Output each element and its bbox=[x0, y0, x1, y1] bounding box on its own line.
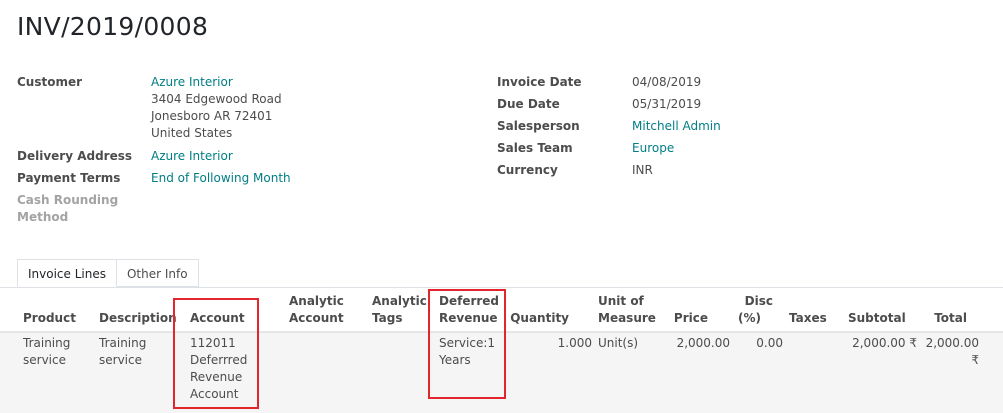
cell-total: 2,000.00 ₹ bbox=[925, 336, 979, 367]
sales-team-label: Sales Team bbox=[497, 141, 573, 155]
cell-price: 2,000.00 bbox=[676, 336, 730, 350]
payment-terms-label: Payment Terms bbox=[17, 171, 121, 185]
delivery-address-label: Delivery Address bbox=[17, 149, 133, 163]
cell-product-1: Training bbox=[23, 336, 71, 350]
delivery-address-link[interactable]: Azure Interior bbox=[151, 148, 233, 165]
col-header-subtotal[interactable]: Subtotal bbox=[848, 310, 906, 327]
address-line-2: Jonesboro AR 72401 bbox=[151, 109, 273, 123]
cell-deferred-revenue-2: Years bbox=[439, 353, 471, 367]
customer-link[interactable]: Azure Interior bbox=[151, 74, 233, 91]
due-date-value: 05/31/2019 bbox=[632, 97, 702, 111]
cell-account-1: 112011 bbox=[190, 336, 236, 350]
cell-description-2: service bbox=[99, 353, 142, 367]
cash-rounding-label-2: Method bbox=[17, 210, 69, 224]
cell-account-4: Account bbox=[190, 387, 239, 401]
invoice-date-value: 04/08/2019 bbox=[632, 75, 702, 89]
col-header-uom-2[interactable]: Measure bbox=[598, 310, 656, 327]
col-header-description[interactable]: Description bbox=[99, 310, 177, 327]
due-date-label: Due Date bbox=[497, 97, 560, 111]
salesperson-link[interactable]: Mitchell Admin bbox=[632, 118, 721, 135]
col-header-disc-2[interactable]: (%) bbox=[735, 310, 761, 327]
sales-team-link[interactable]: Europe bbox=[632, 140, 674, 157]
col-header-deferred-revenue-1[interactable]: Deferred bbox=[439, 293, 499, 310]
cell-account-2: Deferrred bbox=[190, 353, 248, 367]
notebook-tabs: Invoice Lines Other Info bbox=[17, 259, 199, 288]
tab-invoice-lines[interactable]: Invoice Lines bbox=[17, 259, 117, 287]
salesperson-label: Salesperson bbox=[497, 119, 580, 133]
col-header-analytic-tags-2[interactable]: Tags bbox=[372, 310, 402, 327]
col-header-taxes[interactable]: Taxes bbox=[789, 310, 827, 327]
currency-label: Currency bbox=[497, 163, 558, 177]
cell-quantity: 1.000 bbox=[557, 336, 592, 350]
payment-terms-link[interactable]: End of Following Month bbox=[151, 170, 291, 187]
col-header-analytic-account-2[interactable]: Account bbox=[289, 310, 344, 327]
col-header-uom-1[interactable]: Unit of bbox=[598, 293, 644, 310]
col-header-price[interactable]: Price bbox=[660, 310, 708, 327]
address-line-3: United States bbox=[151, 126, 233, 140]
col-header-analytic-tags-1[interactable]: Analytic bbox=[372, 293, 427, 310]
cash-rounding-label-1: Cash Rounding bbox=[17, 193, 119, 207]
cell-product-2: service bbox=[23, 353, 66, 367]
col-header-quantity[interactable]: Quantity bbox=[510, 310, 569, 327]
cell-disc: 0.00 bbox=[756, 336, 783, 350]
currency-value: INR bbox=[632, 163, 653, 177]
cell-deferred-revenue-1: Service:1 bbox=[439, 336, 496, 350]
col-header-deferred-revenue-2[interactable]: Revenue bbox=[439, 310, 498, 327]
cell-subtotal: 2,000.00 ₹ bbox=[852, 336, 917, 350]
address-line-1: 3404 Edgewood Road bbox=[151, 92, 282, 106]
col-header-account[interactable]: Account bbox=[190, 310, 245, 327]
customer-label: Customer bbox=[17, 75, 83, 89]
invoice-title: INV/2019/0008 bbox=[17, 12, 209, 41]
cell-uom: Unit(s) bbox=[598, 336, 639, 350]
col-header-total[interactable]: Total bbox=[910, 310, 967, 327]
cell-description-1: Training bbox=[99, 336, 147, 350]
col-header-disc-1[interactable]: Disc bbox=[735, 293, 773, 310]
cell-account-3: Revenue bbox=[190, 370, 243, 384]
tab-other-info[interactable]: Other Info bbox=[116, 259, 199, 287]
col-header-analytic-account-1[interactable]: Analytic bbox=[289, 293, 344, 310]
col-header-product[interactable]: Product bbox=[23, 310, 76, 327]
invoice-date-label: Invoice Date bbox=[497, 75, 582, 89]
